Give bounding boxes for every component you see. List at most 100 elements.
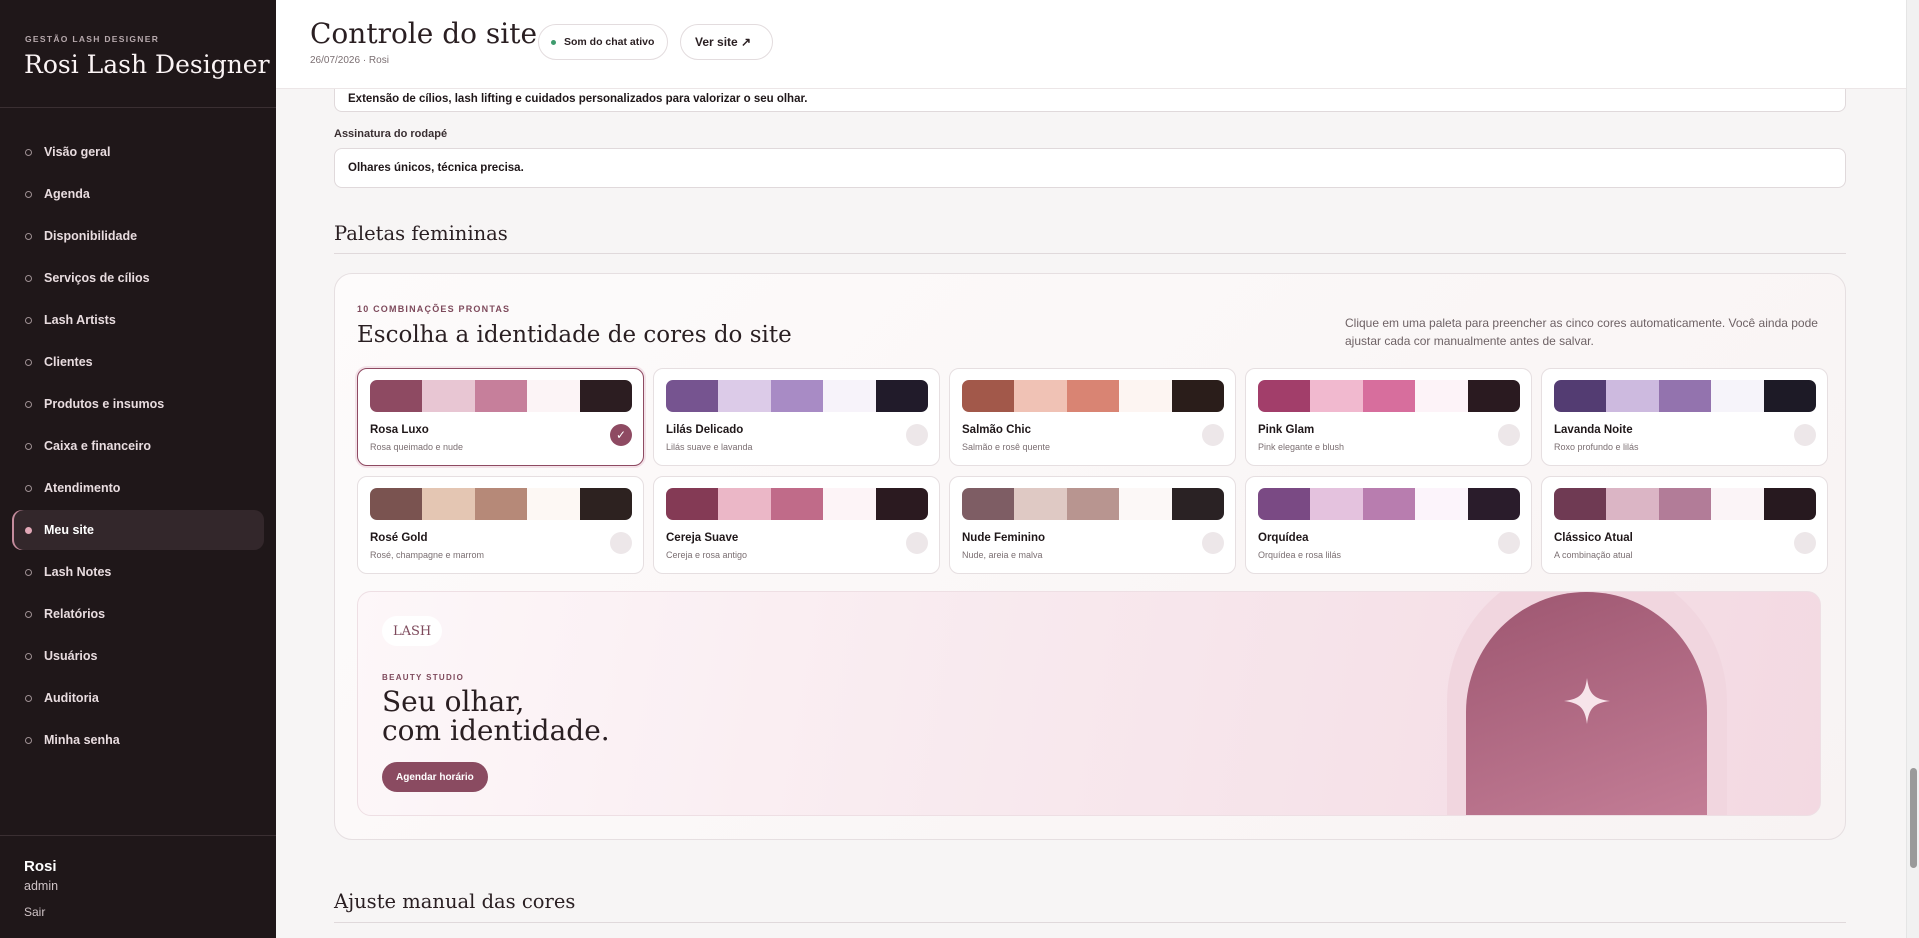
swatch (770, 380, 824, 412)
status-dot-icon (551, 39, 556, 45)
user-role: admin (24, 879, 59, 893)
swatch (1711, 380, 1764, 412)
chat-sound-toggle[interactable]: Som do chat ativo (538, 24, 668, 60)
sidebar-item-label: Atendimento (44, 481, 121, 495)
bullet-icon (25, 610, 32, 618)
preview-kicker: BEAUTY STUDIO (382, 673, 465, 682)
swatch (1554, 380, 1607, 412)
swatch (1467, 380, 1520, 412)
palette-name: Salmão Chic (962, 424, 1032, 436)
sidebar-item-label: Disponibilidade (44, 229, 138, 243)
swatch (1119, 380, 1172, 412)
radio-icon (1498, 532, 1520, 554)
brand-title: Rosi Lash Designer (24, 50, 270, 79)
swatch (1171, 380, 1224, 412)
preview-title-line: com identidade. (382, 714, 610, 747)
palette-option[interactable]: Clássico Atual A combinação atual (1541, 476, 1828, 574)
radio-icon (1794, 532, 1816, 554)
swatch (823, 380, 876, 412)
swatch (962, 380, 1015, 412)
sidebar-item-label: Auditoria (44, 691, 99, 705)
palette-swatches (1258, 380, 1520, 412)
sidebar-item-servicos[interactable]: Serviços de cílios (12, 258, 264, 298)
sidebar-item-label: Visão geral (44, 145, 111, 159)
sidebar-item-caixa[interactable]: Caixa e financeiro (12, 426, 264, 466)
sidebar-item-meu-site[interactable]: Meu site (12, 510, 264, 550)
scrollbar-thumb[interactable] (1910, 768, 1917, 868)
sidebar-item-label: Agenda (44, 187, 90, 201)
footer-signature-field[interactable]: Olhares únicos, técnica precisa. (334, 148, 1846, 188)
swatch (1711, 488, 1764, 520)
sidebar-item-auditoria[interactable]: Auditoria (12, 678, 264, 718)
bullet-icon (25, 316, 32, 324)
swatch (823, 488, 876, 520)
sidebar-item-clientes[interactable]: Clientes (12, 342, 264, 382)
preview-title-line: Seu olhar, (382, 685, 525, 718)
swatch (1763, 488, 1816, 520)
radio-icon (1794, 424, 1816, 446)
swatch (1362, 380, 1416, 412)
sidebar-nav: Visão geral Agenda Disponibilidade Servi… (12, 132, 264, 762)
sidebar-item-relatorios[interactable]: Relatórios (12, 594, 264, 634)
swatch (1119, 488, 1172, 520)
palette-option[interactable]: Pink Glam Pink elegante e blush (1245, 368, 1532, 466)
bullet-icon (25, 694, 32, 702)
palette-option[interactable]: Orquídea Orquídea e rosa lilás (1245, 476, 1532, 574)
palette-option[interactable]: Rosa Luxo Rosa queimado e nude ✓ (357, 368, 644, 466)
palette-option[interactable]: Salmão Chic Salmão e rosê quente (949, 368, 1236, 466)
palette-swatches (962, 380, 1224, 412)
scrollbar[interactable] (1906, 0, 1919, 938)
palette-desc: Salmão e rosê quente (962, 442, 1051, 452)
bullet-icon (25, 148, 32, 156)
sidebar-item-usuarios[interactable]: Usuários (12, 636, 264, 676)
user-name: Rosi (24, 858, 57, 875)
radio-icon (906, 424, 928, 446)
sidebar-item-lash-notes[interactable]: Lash Notes (12, 552, 264, 592)
palette-option[interactable]: Lilás Delicado Lilás suave e lavanda (653, 368, 940, 466)
palette-name: Cereja Suave (666, 532, 739, 544)
top-header: Controle do site 26/07/2026 · Rosi Som d… (276, 0, 1906, 89)
swatch (1362, 488, 1416, 520)
sidebar-item-minha-senha[interactable]: Minha senha (12, 720, 264, 760)
radio-icon (610, 532, 632, 554)
palette-swatches (370, 380, 632, 412)
palette-kicker: 10 COMBINAÇÕES PRONTAS (357, 304, 511, 314)
bullet-icon (25, 190, 32, 198)
sidebar-item-lash-artists[interactable]: Lash Artists (12, 300, 264, 340)
footer-signature-label: Assinatura do rodapé (334, 128, 448, 140)
sidebar-item-label: Relatórios (44, 607, 106, 621)
sidebar-item-agenda[interactable]: Agenda (12, 174, 264, 214)
palette-name: Orquídea (1258, 532, 1309, 544)
sidebar-item-atendimento[interactable]: Atendimento (12, 468, 264, 508)
swatch (962, 488, 1015, 520)
swatch (1171, 488, 1224, 520)
swatch (527, 488, 580, 520)
palette-desc: Orquídea e rosa lilás (1258, 550, 1342, 560)
bullet-icon (25, 568, 32, 576)
bullet-icon (25, 652, 32, 660)
logout-link[interactable]: Sair (24, 905, 45, 919)
swatch (1014, 380, 1067, 412)
bullet-icon (25, 736, 32, 744)
palette-name: Pink Glam (1258, 424, 1315, 436)
palette-desc: Cereja e rosa antigo (666, 550, 748, 560)
palette-swatches (666, 488, 928, 520)
palette-swatches (1554, 488, 1816, 520)
sidebar-item-visao-geral[interactable]: Visão geral (12, 132, 264, 172)
swatch (718, 488, 771, 520)
page-title: Controle do site (310, 17, 538, 50)
palette-name: Rosé Gold (370, 532, 428, 544)
sidebar-item-label: Meu site (44, 523, 95, 537)
bullet-icon (25, 358, 32, 366)
palette-option[interactable]: Cereja Suave Cereja e rosa antigo (653, 476, 940, 574)
swatch (1763, 380, 1816, 412)
palette-option[interactable]: Nude Feminino Nude, areia e malva (949, 476, 1236, 574)
view-site-button[interactable]: Ver site ↗ (680, 24, 773, 60)
sidebar-item-disponibilidade[interactable]: Disponibilidade (12, 216, 264, 256)
swatch (370, 380, 423, 412)
palette-option[interactable]: Lavanda Noite Roxo profundo e lilás (1541, 368, 1828, 466)
palette-option[interactable]: Rosé Gold Rosé, champagne e marrom (357, 476, 644, 574)
sidebar-item-produtos[interactable]: Produtos e insumos (12, 384, 264, 424)
book-appointment-button[interactable]: Agendar horário (382, 762, 488, 792)
description-value: Extensão de cílios, lash lifting e cuida… (348, 93, 808, 105)
